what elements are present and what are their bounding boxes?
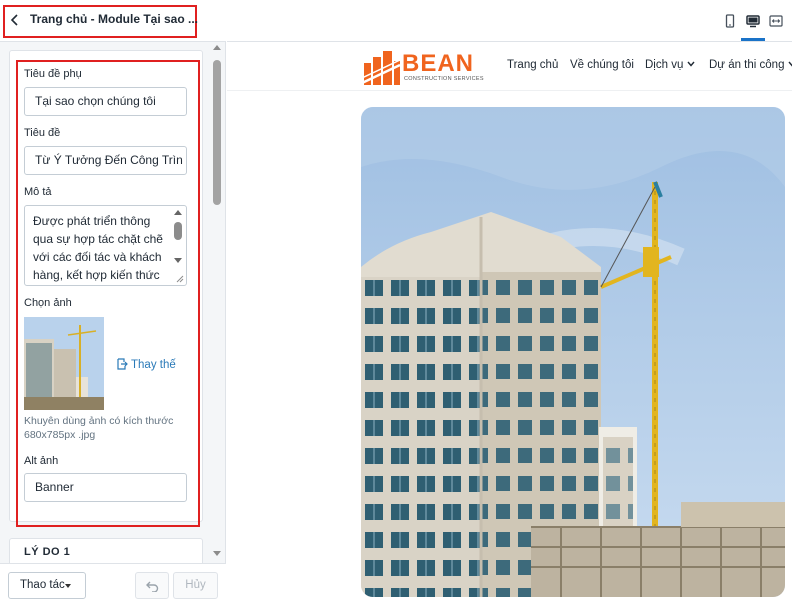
nav-projects[interactable]: Dự án thi công (709, 59, 792, 71)
replace-label: Thay thế (131, 359, 176, 371)
panel-footer: Thao tác Hủy (0, 563, 226, 603)
image-size-hint: Khuyên dùng ảnh có kích thước 680x785px … (24, 415, 174, 441)
brand-tagline: CONSTRUCTION SERVICES (404, 76, 484, 82)
title-input[interactable]: Từ Ý Tưởng Đến Công Trìn (24, 146, 187, 175)
device-toolbar (227, 0, 792, 42)
description-label: Mô tả (24, 186, 52, 198)
title-label: Tiêu đề (24, 127, 61, 139)
caret-down-icon (65, 584, 71, 588)
replace-image-button[interactable]: Thay thế (116, 358, 176, 371)
panel-scrollbar[interactable] (210, 42, 224, 563)
subtitle-label: Tiêu đề phụ (24, 68, 82, 80)
nav-services-label: Dịch vụ (645, 59, 684, 71)
module-settings-card (9, 50, 203, 522)
cancel-button[interactable]: Hủy (173, 572, 218, 599)
brand-logo[interactable]: BEAN CONSTRUCTION SERVICES (362, 49, 484, 85)
fullwidth-icon[interactable] (769, 14, 783, 28)
section-reason-1-label: LÝ DO 1 (24, 546, 71, 558)
nav-projects-label: Dự án thi công (709, 59, 785, 71)
editor-panel: Trang chủ - Module Tại sao ... Tiêu đề p… (0, 0, 226, 603)
logo-buildings-icon (362, 51, 401, 85)
description-textarea[interactable]: Được phát triển thông qua sự hợp tác chặ… (24, 205, 187, 286)
resize-handle-icon[interactable] (174, 273, 184, 283)
image-thumbnail[interactable] (24, 317, 104, 410)
image-label: Chọn ảnh (24, 297, 72, 309)
panel-title: Trang chủ - Module Tại sao ... (30, 12, 199, 26)
chevron-down-icon (687, 61, 695, 67)
construction-photo-icon (361, 107, 785, 597)
alt-label: Alt ảnh (24, 455, 59, 467)
alt-input[interactable]: Banner (24, 473, 187, 502)
scroll-down-arrow[interactable] (213, 551, 221, 556)
preview-area: BEAN CONSTRUCTION SERVICES Trang chủ Về … (227, 0, 792, 603)
textarea-scroll-up[interactable] (174, 210, 182, 215)
active-device-indicator (741, 38, 765, 41)
actions-label: Thao tác (20, 579, 65, 591)
textarea-scroll-thumb[interactable] (174, 222, 182, 240)
desktop-icon[interactable] (746, 14, 760, 28)
undo-button[interactable] (135, 572, 169, 599)
replace-icon (117, 358, 128, 370)
undo-icon (146, 581, 159, 592)
scroll-up-arrow[interactable] (213, 45, 221, 50)
panel-header: Trang chủ - Module Tại sao ... (0, 0, 226, 42)
subtitle-input[interactable]: Tại sao chọn chúng tôi (24, 87, 187, 116)
section-reason-1[interactable]: LÝ DO 1 (9, 538, 203, 566)
brand-name: BEAN (402, 50, 475, 77)
chevron-left-icon[interactable] (9, 13, 21, 27)
hero-image (361, 107, 785, 597)
nav-about[interactable]: Về chúng tôi (570, 59, 634, 71)
panel-scroll-area[interactable]: Tiêu đề phụ Tại sao chọn chúng tôi Tiêu … (0, 42, 226, 563)
description-text: Được phát triển thông qua sự hợp tác chặ… (33, 214, 163, 282)
nav-services[interactable]: Dịch vụ (645, 59, 695, 71)
actions-dropdown-button[interactable]: Thao tác (8, 572, 86, 599)
mobile-icon[interactable] (723, 14, 737, 28)
chevron-down-icon (788, 61, 792, 67)
scroll-thumb[interactable] (213, 60, 221, 205)
nav-home[interactable]: Trang chủ (507, 59, 558, 71)
site-header: BEAN CONSTRUCTION SERVICES Trang chủ Về … (227, 43, 792, 91)
textarea-scroll-down[interactable] (174, 258, 182, 263)
building-thumbnail-icon (24, 317, 104, 410)
